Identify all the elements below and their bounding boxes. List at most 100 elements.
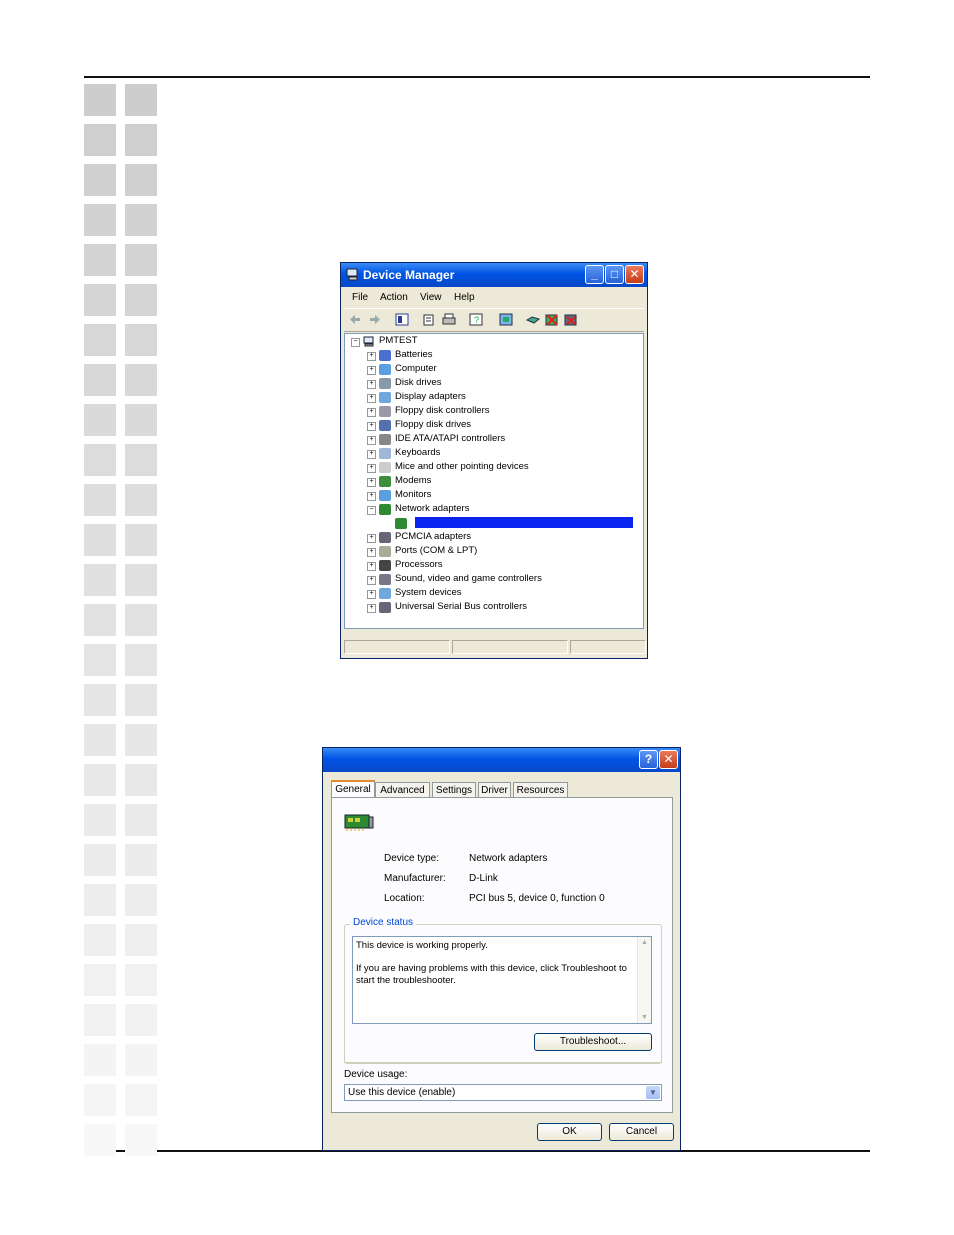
decorative-square <box>84 364 116 396</box>
decorative-square <box>125 1084 157 1116</box>
scroll-down-icon[interactable]: ▼ <box>638 1014 651 1021</box>
maximize-button[interactable]: □ <box>605 265 624 284</box>
close-button[interactable]: ✕ <box>625 265 644 284</box>
tree-item[interactable]: Batteries <box>395 348 433 362</box>
decorative-square <box>125 604 157 636</box>
chevron-down-icon[interactable]: ▼ <box>646 1086 660 1099</box>
decorative-square <box>84 604 116 636</box>
decorative-square <box>125 644 157 676</box>
decorative-square <box>125 724 157 756</box>
properties-titlebar[interactable]: ? ✕ <box>323 748 680 772</box>
tree-item[interactable]: Network adapters <box>395 502 469 516</box>
tree-item[interactable]: Disk drives <box>395 376 441 390</box>
expand-toggle[interactable]: + <box>367 450 376 459</box>
expand-toggle[interactable]: + <box>367 380 376 389</box>
scroll-up-icon[interactable]: ▲ <box>638 939 651 946</box>
tree-item[interactable]: Processors <box>395 558 443 572</box>
status-line-1: This device is working properly. <box>356 940 488 951</box>
decorative-square <box>84 724 116 756</box>
disk-drive-icon <box>379 378 391 389</box>
properties-icon[interactable] <box>422 313 436 326</box>
update-driver-icon[interactable] <box>526 313 540 326</box>
decorative-square <box>125 1124 157 1156</box>
decorative-square <box>84 204 116 236</box>
tab-driver[interactable]: Driver <box>478 782 511 798</box>
expand-toggle[interactable]: + <box>367 352 376 361</box>
expand-toggle[interactable]: + <box>367 478 376 487</box>
expand-toggle[interactable]: + <box>367 422 376 431</box>
decorative-square <box>125 124 157 156</box>
print-icon[interactable] <box>442 313 456 326</box>
tree-item[interactable]: Display adapters <box>395 390 466 404</box>
decorative-square <box>84 804 116 836</box>
decorative-square <box>125 364 157 396</box>
tree-item[interactable]: Sound, video and game controllers <box>395 572 542 586</box>
tree-item[interactable]: Computer <box>395 362 437 376</box>
decorative-square <box>125 1004 157 1036</box>
show-hide-console-icon[interactable] <box>395 313 409 326</box>
tree-item[interactable]: PCMCIA adapters <box>395 530 471 544</box>
device-manager-titlebar[interactable]: Device Manager _ □ ✕ <box>341 263 647 287</box>
menu-help[interactable]: Help <box>454 292 475 303</box>
uninstall-device-icon[interactable] <box>564 313 578 326</box>
port-icon <box>379 546 391 557</box>
expand-toggle[interactable]: + <box>367 464 376 473</box>
tab-settings[interactable]: Settings <box>432 782 476 798</box>
disable-device-icon[interactable] <box>545 313 559 326</box>
status-line-3: start the troubleshooter. <box>356 975 456 986</box>
tree-item[interactable]: Floppy disk drives <box>395 418 471 432</box>
mouse-icon <box>379 462 391 473</box>
keyboard-icon <box>379 448 391 459</box>
collapse-toggle[interactable]: − <box>351 338 360 347</box>
expand-toggle[interactable]: + <box>367 492 376 501</box>
status-scrollbar[interactable]: ▲ ▼ <box>637 937 651 1023</box>
help-button[interactable]: ? <box>639 750 658 769</box>
selected-device-highlight[interactable] <box>415 517 633 528</box>
expand-toggle[interactable]: + <box>367 548 376 557</box>
tree-item[interactable]: Modems <box>395 474 431 488</box>
expand-toggle[interactable]: + <box>367 408 376 417</box>
dialog-close-button[interactable]: ✕ <box>659 750 678 769</box>
tree-item[interactable]: Universal Serial Bus controllers <box>395 600 527 614</box>
tree-item[interactable]: Mice and other pointing devices <box>395 460 529 474</box>
menu-action[interactable]: Action <box>380 292 408 303</box>
modem-icon <box>379 476 391 487</box>
tree-item[interactable]: System devices <box>395 586 462 600</box>
troubleshoot-button[interactable]: Troubleshoot... <box>534 1033 652 1051</box>
tab-advanced[interactable]: Advanced <box>375 782 430 798</box>
decorative-square <box>125 564 157 596</box>
tree-item[interactable]: IDE ATA/ATAPI controllers <box>395 432 505 446</box>
expand-toggle[interactable]: + <box>367 590 376 599</box>
back-arrow-icon[interactable] <box>348 313 362 326</box>
device-status-textbox[interactable]: This device is working properly. If you … <box>352 936 652 1024</box>
computer-icon <box>379 364 391 375</box>
expand-toggle[interactable]: + <box>367 436 376 445</box>
collapse-toggle[interactable]: − <box>367 506 376 515</box>
expand-toggle[interactable]: + <box>367 366 376 375</box>
expand-toggle[interactable]: + <box>367 604 376 613</box>
tree-root[interactable]: PMTEST <box>379 334 418 348</box>
decorative-square <box>125 524 157 556</box>
expand-toggle[interactable]: + <box>367 562 376 571</box>
cancel-button[interactable]: Cancel <box>609 1123 674 1141</box>
scan-hardware-icon[interactable] <box>499 313 513 326</box>
tree-item[interactable]: Monitors <box>395 488 431 502</box>
ok-button[interactable]: OK <box>537 1123 602 1141</box>
help-icon[interactable]: ? <box>469 313 483 326</box>
minimize-button[interactable]: _ <box>585 265 604 284</box>
tab-resources[interactable]: Resources <box>513 782 568 798</box>
manufacturer-label: Manufacturer: <box>384 873 446 884</box>
decorative-square <box>125 84 157 116</box>
tree-item[interactable]: Keyboards <box>395 446 440 460</box>
location-label: Location: <box>384 893 425 904</box>
device-tree[interactable]: − PMTEST + Batteries + Computer + Disk drives… <box>344 333 644 629</box>
device-usage-select[interactable]: Use this device (enable) ▼ <box>344 1084 662 1101</box>
tree-item[interactable]: Ports (COM & LPT) <box>395 544 477 558</box>
expand-toggle[interactable]: + <box>367 534 376 543</box>
expand-toggle[interactable]: + <box>367 394 376 403</box>
tree-item[interactable]: Floppy disk controllers <box>395 404 490 418</box>
menu-view[interactable]: View <box>420 292 442 303</box>
forward-arrow-icon[interactable] <box>368 313 382 326</box>
menu-file[interactable]: File <box>352 292 368 303</box>
expand-toggle[interactable]: + <box>367 576 376 585</box>
